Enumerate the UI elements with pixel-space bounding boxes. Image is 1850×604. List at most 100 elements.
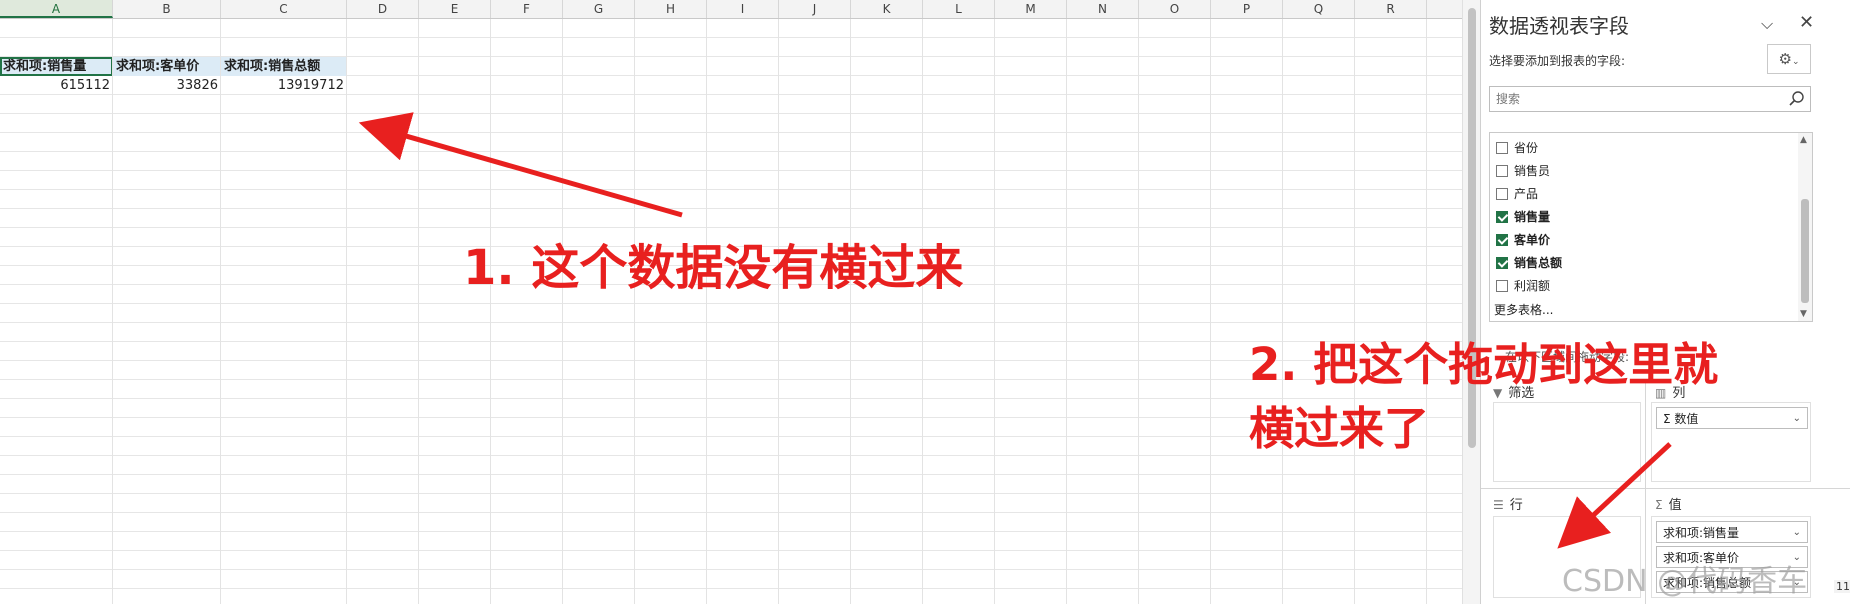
columns-field-pill-values[interactable]: Σ 数值 ⌄ <box>1656 407 1808 429</box>
pill-label: Σ 数值 <box>1663 412 1699 426</box>
field-checkbox[interactable] <box>1496 234 1508 246</box>
gridline <box>418 19 419 604</box>
field-list-scrollbar[interactable]: ▲ ▼ <box>1798 133 1812 321</box>
pivot-table-fields-pane: 数据透视表字段 ⌵ ✕ 选择要添加到报表的字段: ⚙⌄ 省份销售员产品销售量客单… <box>1480 0 1850 604</box>
column-header-q[interactable]: Q <box>1283 0 1355 18</box>
column-header-r[interactable]: R <box>1355 0 1427 18</box>
cell-b3[interactable]: 求和项:客单价 <box>113 57 221 76</box>
column-header-i[interactable]: I <box>707 0 779 18</box>
column-header-e[interactable]: E <box>419 0 491 18</box>
zoom-indicator: 11 <box>1834 580 1850 593</box>
chevron-down-icon[interactable]: ⌵ <box>1761 14 1773 34</box>
gridline <box>1282 19 1283 604</box>
search-input[interactable] <box>1490 87 1792 111</box>
values-field-pill[interactable]: 求和项:销售量 ⌄ <box>1656 521 1808 543</box>
column-header-h[interactable]: H <box>635 0 707 18</box>
more-tables-link[interactable]: 更多表格... <box>1494 301 1553 318</box>
rows-icon: ☰ <box>1493 498 1504 512</box>
field-checkbox[interactable] <box>1496 142 1508 154</box>
field-item[interactable]: 销售量 <box>1496 208 1550 226</box>
close-icon[interactable]: ✕ <box>1799 12 1814 33</box>
chevron-down-icon[interactable]: ⌄ <box>1793 408 1801 428</box>
gridline <box>634 19 635 604</box>
cell-a3[interactable]: 求和项:销售量 <box>0 57 113 76</box>
field-item[interactable]: 销售员 <box>1496 162 1550 180</box>
scroll-down-icon[interactable]: ▼ <box>1800 309 1807 319</box>
field-label: 产品 <box>1514 187 1539 201</box>
watermark: CSDN @代码香车 <box>1562 564 1808 599</box>
gridline <box>1210 19 1211 604</box>
field-label: 销售量 <box>1514 210 1551 224</box>
gear-icon[interactable]: ⚙⌄ <box>1767 44 1811 74</box>
gridline <box>994 19 995 604</box>
field-checkbox[interactable] <box>1496 280 1508 292</box>
gridline <box>220 19 221 604</box>
gridline <box>922 19 923 604</box>
column-header-k[interactable]: K <box>851 0 923 18</box>
cell-c4[interactable]: 13919712 <box>221 76 347 95</box>
column-header-g[interactable]: G <box>563 0 635 18</box>
column-header-p[interactable]: P <box>1211 0 1283 18</box>
spreadsheet-grid[interactable]: ABCDEFGHIJKLMNOPQR 求和项:销售量 求和项:客单价 求和项:销… <box>0 0 1462 604</box>
gridline <box>562 19 563 604</box>
column-header-f[interactable]: F <box>491 0 563 18</box>
gridline <box>490 19 491 604</box>
field-checkbox[interactable] <box>1496 188 1508 200</box>
column-header-d[interactable]: D <box>347 0 419 18</box>
gridline <box>778 19 779 604</box>
field-list: 省份销售员产品销售量客单价销售总额利润额 更多表格... ▲ ▼ <box>1489 132 1813 322</box>
column-header-a[interactable]: A <box>0 0 113 18</box>
annotation-note-2-line-1: 2. 把这个拖动到这里就 <box>1249 338 1719 391</box>
annotation-note-2-line-2: 横过来了 <box>1249 402 1430 455</box>
field-item[interactable]: 产品 <box>1496 185 1538 203</box>
values-area-label: Σ值 <box>1655 494 1682 513</box>
filter-drop-zone[interactable] <box>1493 402 1641 482</box>
values-label-text: 值 <box>1668 498 1682 513</box>
gridline <box>850 19 851 604</box>
field-label: 利润额 <box>1514 279 1551 293</box>
column-header-l[interactable]: L <box>923 0 995 18</box>
field-item[interactable]: 客单价 <box>1496 231 1550 249</box>
field-label: 客单价 <box>1514 233 1551 247</box>
sigma-icon: Σ <box>1655 498 1663 512</box>
rows-label-text: 行 <box>1509 498 1523 513</box>
column-header-bar: ABCDEFGHIJKLMNOPQR <box>0 0 1462 19</box>
column-header-j[interactable]: J <box>779 0 851 18</box>
chevron-down-icon[interactable]: ⌄ <box>1793 522 1801 542</box>
pane-title: 数据透视表字段 <box>1489 14 1629 38</box>
field-item[interactable]: 销售总额 <box>1496 254 1562 272</box>
gridline <box>1138 19 1139 604</box>
field-label: 销售总额 <box>1514 256 1563 270</box>
field-checkbox[interactable] <box>1496 165 1508 177</box>
column-header-o[interactable]: O <box>1139 0 1211 18</box>
annotation-note-1: 1. 这个数据没有横过来 <box>463 240 964 296</box>
area-divider <box>1481 488 1850 489</box>
cell-b4[interactable]: 33826 <box>113 76 221 95</box>
scroll-up-icon[interactable]: ▲ <box>1800 135 1807 145</box>
field-label: 销售员 <box>1514 164 1551 178</box>
column-header-m[interactable]: M <box>995 0 1067 18</box>
field-item[interactable]: 利润额 <box>1496 277 1550 295</box>
column-header-b[interactable]: B <box>113 0 221 18</box>
pill-label: 求和项:销售量 <box>1663 526 1740 540</box>
gridline <box>112 19 113 604</box>
cell-c3[interactable]: 求和项:销售总额 <box>221 57 347 76</box>
gridline <box>346 19 347 604</box>
field-search-box[interactable] <box>1489 86 1811 112</box>
cell-a4[interactable]: 615112 <box>0 76 113 95</box>
gridline <box>1066 19 1067 604</box>
column-header-n[interactable]: N <box>1067 0 1139 18</box>
field-list-scroll-thumb[interactable] <box>1801 199 1809 303</box>
sheet-vertical-scrollbar[interactable] <box>1462 0 1481 604</box>
field-label: 省份 <box>1514 141 1539 155</box>
gridline <box>706 19 707 604</box>
pane-subtitle: 选择要添加到报表的字段: <box>1489 54 1626 68</box>
search-icon[interactable] <box>1788 90 1806 108</box>
gridline <box>1354 19 1355 604</box>
field-checkbox[interactable] <box>1496 211 1508 223</box>
gridline <box>1426 19 1427 604</box>
columns-drop-zone[interactable]: Σ 数值 ⌄ <box>1651 402 1811 482</box>
field-item[interactable]: 省份 <box>1496 139 1538 157</box>
column-header-c[interactable]: C <box>221 0 347 18</box>
field-checkbox[interactable] <box>1496 257 1508 269</box>
